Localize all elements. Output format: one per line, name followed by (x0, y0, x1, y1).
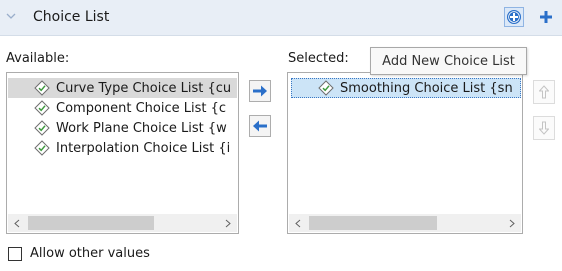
move-up-button[interactable] (533, 80, 555, 104)
list-item[interactable]: Smoothing Choice List {sn (291, 78, 521, 98)
arrow-right-icon (253, 85, 267, 97)
choice-list-icon (34, 120, 50, 136)
scroll-right-button[interactable] (219, 214, 237, 232)
move-down-button[interactable] (533, 116, 555, 140)
choice-list-icon (318, 80, 334, 96)
list-item-label: Smoothing Choice List {sn (340, 80, 513, 96)
arrow-up-icon (539, 85, 549, 99)
list-item-label: Interpolation Choice List {i (56, 140, 231, 156)
list-item[interactable]: Curve Type Choice List {cu (8, 78, 237, 98)
available-label: Available: (6, 51, 70, 66)
choice-list-icon (34, 100, 50, 116)
scroll-left-button[interactable] (289, 214, 307, 232)
allow-other-values-checkbox[interactable] (8, 247, 22, 261)
add-button[interactable] (536, 7, 556, 27)
choice-list-icon (34, 140, 50, 156)
scrollbar-thumb[interactable] (28, 216, 154, 230)
list-item-label: Curve Type Choice List {cu (56, 80, 232, 96)
horizontal-scrollbar[interactable] (8, 214, 237, 232)
add-choice-list-button[interactable] (504, 7, 524, 27)
chevron-left-icon (295, 219, 301, 227)
arrow-down-icon (539, 121, 549, 135)
allow-other-values-label: Allow other values (30, 246, 150, 261)
section-title: Choice List (33, 9, 110, 25)
plus-icon (540, 11, 552, 23)
available-list[interactable]: Curve Type Choice List {cu Component Cho… (6, 72, 239, 234)
list-item[interactable]: Work Plane Choice List {w (8, 118, 237, 138)
selected-label: Selected: (288, 51, 349, 66)
list-item[interactable]: Component Choice List {c (8, 98, 237, 118)
list-item-label: Component Choice List {c (56, 100, 227, 116)
arrow-left-icon (253, 120, 267, 132)
scroll-right-button[interactable] (503, 214, 521, 232)
section-header[interactable]: Choice List (0, 0, 562, 36)
chevron-left-icon (14, 219, 20, 227)
scroll-left-button[interactable] (8, 214, 26, 232)
move-left-button[interactable] (249, 115, 271, 137)
selected-list[interactable]: Smoothing Choice List {sn (287, 72, 523, 234)
scrollbar-thumb[interactable] (309, 216, 437, 230)
tooltip: Add New Choice List (370, 47, 527, 75)
list-item[interactable]: Interpolation Choice List {i (8, 138, 237, 158)
choice-list-icon (34, 80, 50, 96)
move-right-button[interactable] (249, 80, 271, 102)
chevron-right-icon (509, 219, 515, 227)
chevron-down-icon[interactable] (6, 12, 16, 20)
horizontal-scrollbar[interactable] (289, 214, 521, 232)
circle-plus-icon (507, 10, 521, 24)
list-item-label: Work Plane Choice List {w (56, 120, 227, 136)
tooltip-text: Add New Choice List (382, 53, 515, 69)
chevron-right-icon (225, 219, 231, 227)
